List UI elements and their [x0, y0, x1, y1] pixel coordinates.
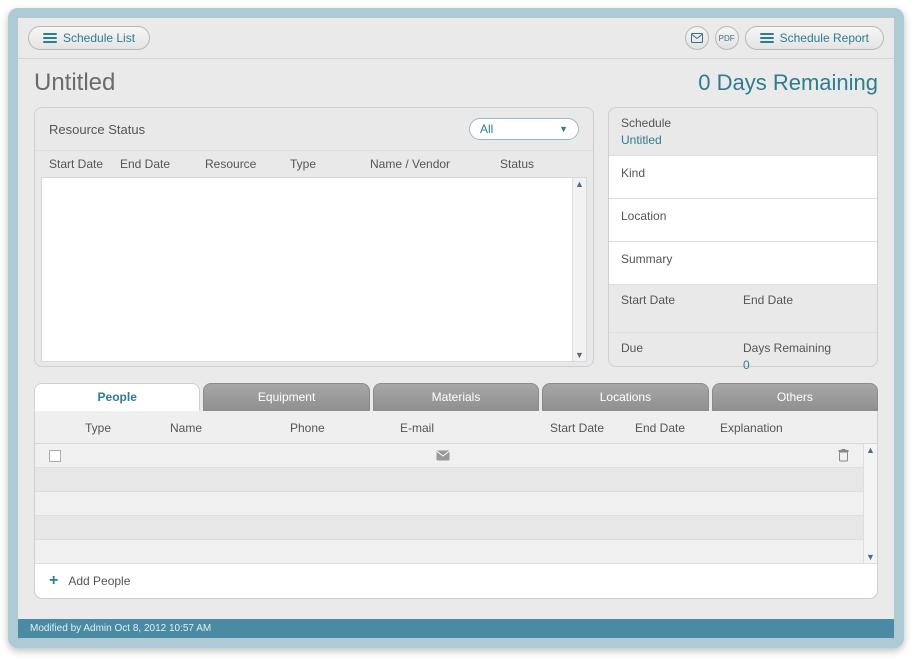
scroll-up-icon[interactable]: ▲ [575, 179, 584, 189]
schedule-report-button[interactable]: Schedule Report [745, 26, 884, 50]
tab-equipment[interactable]: Equipment [203, 383, 369, 411]
schedule-value: Untitled [621, 133, 865, 147]
resource-columns: Start Date End Date Resource Type Name /… [35, 150, 593, 177]
col-status[interactable]: Status [500, 157, 560, 171]
add-people-label: Add People [68, 574, 130, 588]
table-row[interactable] [35, 516, 877, 540]
location-label: Location [621, 209, 865, 223]
col-start-date[interactable]: Start Date [550, 421, 635, 435]
footer-modified: Modified by Admin Oct 8, 2012 10:57 AM [18, 619, 894, 638]
table-row[interactable] [35, 492, 877, 516]
mail-icon [691, 33, 703, 43]
tab-others[interactable]: Others [712, 383, 878, 411]
schedule-list-button[interactable]: Schedule List [28, 26, 150, 50]
list-icon [43, 33, 57, 43]
days-remaining-value: 0 [743, 358, 865, 372]
start-date-label: Start Date [621, 293, 743, 307]
tab-materials[interactable]: Materials [373, 383, 539, 411]
end-date-label: End Date [743, 293, 865, 307]
filter-selected: All [480, 122, 493, 136]
add-people-button[interactable]: + Add People [35, 564, 877, 598]
pdf-label: PDF [719, 34, 735, 43]
kind-label: Kind [621, 166, 865, 180]
days-remaining-label: Days Remaining [743, 341, 865, 355]
resource-status-panel: Resource Status All ▼ Start Date End Dat… [34, 107, 594, 367]
col-phone[interactable]: Phone [290, 421, 400, 435]
tab-locations[interactable]: Locations [542, 383, 708, 411]
schedule-report-label: Schedule Report [780, 31, 869, 45]
col-end-date[interactable]: End Date [635, 421, 720, 435]
col-end-date[interactable]: End Date [120, 157, 205, 171]
row-checkbox[interactable] [49, 450, 61, 462]
due-label: Due [621, 341, 743, 355]
col-name-vendor[interactable]: Name / Vendor [370, 157, 500, 171]
scroll-down-icon[interactable]: ▼ [575, 350, 584, 360]
end-date-value [743, 310, 865, 324]
tabs: People Equipment Materials Locations Oth… [34, 383, 878, 411]
summary-label: Summary [621, 252, 865, 266]
toolbar: Schedule List PDF Schedule Report [18, 18, 894, 59]
resource-filter-dropdown[interactable]: All ▼ [469, 118, 579, 140]
col-name[interactable]: Name [170, 421, 290, 435]
people-scrollbar[interactable]: ▲ ▼ [863, 444, 877, 563]
col-resource[interactable]: Resource [205, 157, 290, 171]
mail-icon[interactable] [436, 450, 450, 461]
chevron-down-icon: ▼ [559, 124, 568, 134]
days-remaining-header: 0 Days Remaining [698, 70, 878, 96]
pdf-button[interactable]: PDF [715, 26, 739, 50]
schedule-info-panel: Schedule Untitled Kind Location Summary … [608, 107, 878, 367]
table-row[interactable] [35, 468, 877, 492]
col-type[interactable]: Type [75, 421, 170, 435]
due-value [621, 358, 743, 372]
tab-people[interactable]: People [34, 383, 200, 411]
col-email[interactable]: E-mail [400, 421, 550, 435]
resource-scrollbar[interactable]: ▲ ▼ [572, 178, 586, 361]
mail-button[interactable] [685, 26, 709, 50]
col-type[interactable]: Type [290, 157, 370, 171]
tab-body: Type Name Phone E-mail Start Date End Da… [34, 411, 878, 599]
page-title: Untitled [34, 69, 115, 97]
table-row[interactable] [35, 444, 877, 468]
people-columns: Type Name Phone E-mail Start Date End Da… [35, 411, 877, 444]
schedule-label: Schedule [621, 116, 865, 130]
trash-icon[interactable] [838, 449, 849, 462]
resource-grid: ▲ ▼ [41, 177, 587, 362]
report-icon [760, 33, 774, 43]
plus-icon: + [49, 575, 58, 587]
start-date-value [621, 310, 743, 324]
col-explanation[interactable]: Explanation [720, 421, 877, 435]
resource-status-title: Resource Status [49, 122, 145, 137]
schedule-list-label: Schedule List [63, 31, 135, 45]
scroll-down-icon[interactable]: ▼ [866, 552, 875, 562]
col-start-date[interactable]: Start Date [35, 157, 120, 171]
people-grid: ▲ ▼ [35, 444, 877, 564]
scroll-up-icon[interactable]: ▲ [866, 445, 875, 455]
table-row[interactable] [35, 540, 877, 564]
